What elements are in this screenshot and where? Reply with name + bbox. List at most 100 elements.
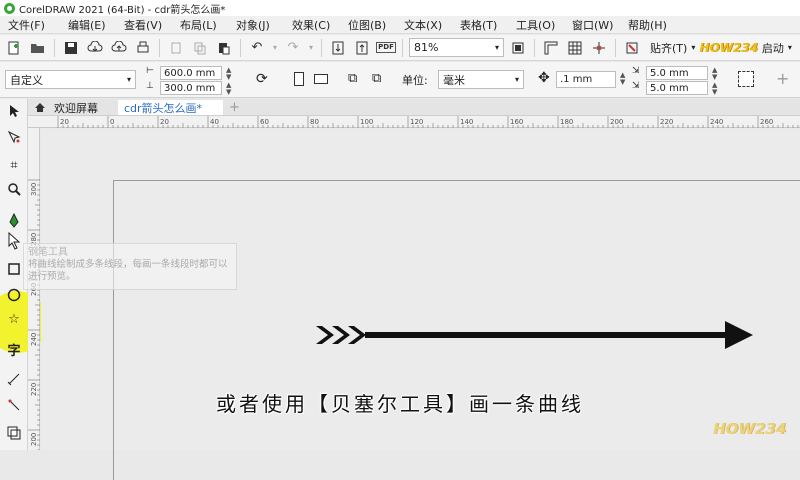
title-bar: CorelDRAW 2021 (64-Bit) - cdr箭头怎么画*	[0, 0, 800, 16]
landscape-icon[interactable]	[314, 74, 328, 84]
nudge-stepper[interactable]: ▲ ▼	[620, 72, 625, 86]
publish-pdf-icon[interactable]: PDF	[376, 38, 396, 58]
menu-edit[interactable]: 编辑(E)	[60, 17, 116, 33]
width-stepper[interactable]: ▲ ▼	[226, 67, 231, 81]
ruler-tick-label: 300	[30, 183, 38, 196]
page-frame-icon[interactable]	[738, 71, 754, 87]
crop-tool-icon[interactable]: ⌗	[4, 155, 24, 175]
units-select[interactable]: 毫米 ▾	[438, 70, 524, 89]
current-page-icon[interactable]: ⧉	[372, 71, 381, 86]
pen-tool-icon[interactable]	[4, 211, 24, 231]
dup-x-stepper[interactable]: ▲ ▼	[712, 67, 717, 81]
ruler-tick-label: 140	[460, 118, 473, 126]
zoom-level-select[interactable]: 81% ▾	[409, 38, 504, 57]
menu-bitmaps[interactable]: 位图(B)	[340, 17, 396, 33]
height-stepper[interactable]: ▲ ▼	[226, 82, 231, 96]
ruler-tick-label: 180	[560, 118, 573, 126]
polygon-tool-icon[interactable]: ☆	[4, 309, 24, 329]
full-screen-preview-icon[interactable]	[508, 38, 528, 58]
window-title: CorelDRAW 2021 (64-Bit) - cdr箭头怎么画*	[19, 4, 226, 16]
chevron-down-icon[interactable]: ▾	[307, 38, 315, 58]
show-grid-icon[interactable]	[565, 38, 585, 58]
cloud-download-icon[interactable]	[85, 38, 105, 58]
pick-tool-icon[interactable]	[4, 101, 24, 121]
arrow-drawing[interactable]	[310, 318, 760, 352]
paste-icon[interactable]	[214, 38, 234, 58]
menu-bar: 文件(F) 编辑(E) 查看(V) 布局(L) 对象(J) 效果(C) 位图(B…	[0, 16, 800, 34]
portrait-icon[interactable]	[294, 72, 304, 86]
arrow-chevron-1	[316, 326, 334, 344]
ruler-tick-label: 20	[160, 118, 169, 126]
import-icon[interactable]	[328, 38, 348, 58]
parallel-dimension-tool-icon[interactable]	[4, 369, 24, 389]
shape-tool-icon[interactable]	[4, 127, 24, 147]
ruler-tick-label: 0	[110, 118, 114, 126]
ruler-tick-label: 120	[410, 118, 423, 126]
menu-help[interactable]: 帮助(H)	[620, 17, 680, 33]
chevron-down-icon[interactable]: ▾	[271, 38, 279, 58]
snap-icon[interactable]	[622, 38, 642, 58]
page-orientation-icon[interactable]: ⟳	[256, 71, 268, 87]
add-tab-icon[interactable]: +	[223, 100, 246, 115]
menu-file[interactable]: 文件(F)	[0, 17, 60, 33]
zoom-tool-icon[interactable]	[4, 179, 24, 199]
horizontal-ruler[interactable]: 20 0 20 40 60 80 100 120 140 160 180 200 220 240 260	[28, 116, 800, 128]
zoom-level-value: 81%	[414, 41, 439, 54]
launch-dropdown[interactable]: 启动	[762, 40, 784, 56]
text-tool-icon[interactable]: 字	[4, 339, 24, 359]
video-subtitle: 或者使用【贝塞尔工具】画一条曲线	[216, 392, 584, 416]
all-pages-icon[interactable]: ⧉	[348, 71, 357, 86]
ruler-tick-label: 160	[510, 118, 523, 126]
drop-shadow-tool-icon[interactable]	[4, 423, 24, 443]
undo-icon[interactable]: ↶	[247, 38, 267, 58]
pen-tool-tooltip: 钢笔工具 将曲线绘制成多条线段，每画一条线段时都可以进行预览。	[23, 243, 237, 290]
page-preset-value: 自定义	[10, 73, 43, 87]
ruler-tick-label: 60	[260, 118, 269, 126]
menu-layout[interactable]: 布局(L)	[172, 17, 228, 33]
chevron-down-icon: ▾	[126, 75, 131, 84]
arrow-chevron-2	[332, 326, 350, 344]
duplicate-x-field[interactable]: 5.0 mm	[646, 66, 708, 80]
dup-x-icon: ⇲	[632, 66, 640, 76]
snap-to-dropdown[interactable]: 贴齐(T)	[650, 40, 687, 56]
show-guidelines-icon[interactable]	[589, 38, 609, 58]
page-preset-select[interactable]: 自定义 ▾	[5, 70, 136, 89]
ellipse-tool-icon[interactable]	[4, 285, 24, 305]
page-height-field[interactable]: 300.0 mm	[160, 81, 222, 95]
chevron-down-icon[interactable]: ▾	[691, 43, 695, 52]
tab-document[interactable]: cdr箭头怎么画*	[118, 100, 223, 115]
copy-icon[interactable]	[190, 38, 210, 58]
menu-tools[interactable]: 工具(O)	[508, 17, 564, 33]
save-icon[interactable]	[61, 38, 81, 58]
rectangle-tool-icon[interactable]	[4, 259, 24, 279]
toolbar-divider	[321, 38, 322, 57]
tab-welcome-screen[interactable]: 欢迎屏幕	[48, 100, 104, 115]
chevron-down-icon[interactable]: ▾	[788, 43, 792, 52]
menu-object[interactable]: 对象(J)	[228, 17, 284, 33]
open-folder-icon[interactable]	[28, 38, 48, 58]
ruler-tick-label: 220	[660, 118, 673, 126]
menu-view[interactable]: 查看(V)	[116, 17, 172, 33]
cut-icon[interactable]	[166, 38, 186, 58]
add-icon[interactable]: +	[776, 69, 789, 88]
menu-window[interactable]: 窗口(W)	[564, 17, 620, 33]
units-label: 单位:	[402, 74, 428, 87]
menu-table[interactable]: 表格(T)	[452, 17, 508, 33]
toolbar-divider	[240, 38, 241, 57]
menu-text[interactable]: 文本(X)	[396, 17, 452, 33]
print-icon[interactable]	[133, 38, 153, 58]
ruler-tick-label: 80	[310, 118, 319, 126]
tooltip-title: 钢笔工具	[28, 247, 68, 258]
dup-y-stepper[interactable]: ▲ ▼	[712, 82, 717, 96]
new-document-icon[interactable]	[4, 38, 24, 58]
ruler-tick-label: 20	[60, 118, 69, 126]
cloud-upload-icon[interactable]	[109, 38, 129, 58]
export-icon[interactable]	[352, 38, 372, 58]
nudge-distance-field[interactable]: .1 mm	[556, 71, 616, 88]
menu-effects[interactable]: 效果(C)	[284, 17, 340, 33]
page-width-field[interactable]: 600.0 mm	[160, 66, 222, 80]
duplicate-y-field[interactable]: 5.0 mm	[646, 81, 708, 95]
redo-icon[interactable]: ↷	[283, 38, 303, 58]
show-rulers-icon[interactable]	[541, 38, 561, 58]
ruler-tick-label: 240	[710, 118, 723, 126]
